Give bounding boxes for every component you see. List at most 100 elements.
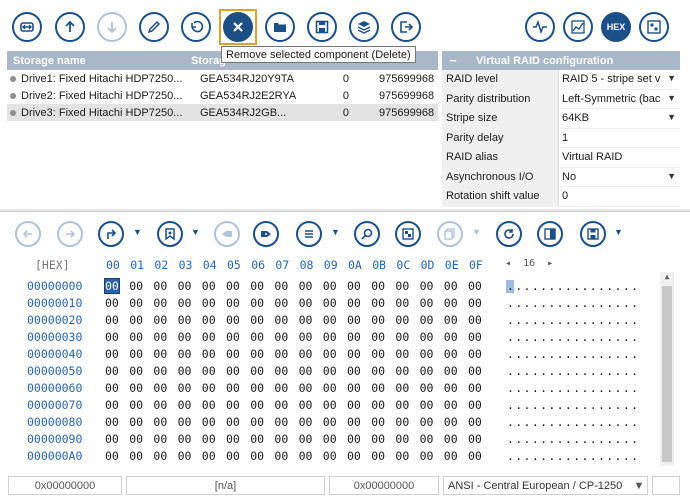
hex-byte[interactable]: 00	[468, 415, 482, 429]
forward-arrow-icon[interactable]	[57, 221, 83, 247]
ascii-row[interactable]: ................	[507, 432, 639, 446]
async-io-select[interactable]: No ▼	[559, 168, 680, 187]
raid-row-alias[interactable]: RAID alias Virtual RAID	[442, 148, 680, 168]
hex-byte[interactable]: 00	[178, 279, 192, 293]
hex-byte[interactable]: 00	[347, 330, 361, 344]
prev-bookmark-icon[interactable]	[214, 221, 240, 247]
stripe-size-select[interactable]: 64KB ▼	[559, 109, 680, 128]
hex-byte[interactable]: 00	[347, 313, 361, 327]
hex-byte[interactable]: 00	[105, 296, 119, 310]
hex-byte[interactable]: 00	[395, 313, 409, 327]
panel-splitter[interactable]	[0, 209, 690, 212]
hex-byte[interactable]: 00	[420, 398, 434, 412]
hex-byte[interactable]: 00	[371, 381, 385, 395]
ascii-row[interactable]: ................	[507, 347, 639, 361]
layers-icon[interactable]	[349, 12, 379, 42]
hex-byte[interactable]: 00	[444, 381, 458, 395]
hex-byte[interactable]: 00	[129, 313, 143, 327]
hex-byte[interactable]: 00	[347, 347, 361, 361]
hex-byte[interactable]: 00	[299, 347, 313, 361]
hex-byte[interactable]: 00	[178, 415, 192, 429]
list-icon[interactable]	[296, 221, 322, 247]
folder-icon[interactable]	[265, 12, 295, 42]
page-next-icon[interactable]: ▸	[547, 258, 553, 269]
hex-scrollbar[interactable]: ▲	[660, 272, 674, 466]
hex-byte[interactable]: 00	[202, 364, 216, 378]
select-block-icon[interactable]	[395, 221, 421, 247]
hex-byte[interactable]: 00	[202, 398, 216, 412]
hex-byte[interactable]: 00	[347, 296, 361, 310]
chart-icon[interactable]	[563, 12, 593, 42]
hex-byte[interactable]: 00	[178, 398, 192, 412]
copy-icon[interactable]	[437, 221, 463, 247]
hex-byte[interactable]: 00	[395, 364, 409, 378]
hex-byte[interactable]: 00	[250, 415, 264, 429]
hex-byte[interactable]: 00	[250, 364, 264, 378]
hex-byte[interactable]: 00	[323, 449, 337, 463]
hex-byte[interactable]: 00	[395, 432, 409, 446]
rotation-shift-field[interactable]: 0	[559, 187, 680, 206]
hex-byte[interactable]: 00	[105, 330, 119, 344]
hex-byte[interactable]: 00	[444, 347, 458, 361]
hex-byte[interactable]: 00	[202, 449, 216, 463]
hex-byte[interactable]: 00	[153, 296, 167, 310]
hex-byte[interactable]: 00	[323, 279, 337, 293]
hex-byte[interactable]: 00	[153, 313, 167, 327]
grid-icon[interactable]	[639, 12, 669, 42]
hex-byte[interactable]: 00	[105, 398, 119, 412]
hex-byte[interactable]: 00	[129, 432, 143, 446]
ascii-row[interactable]: ................	[507, 330, 639, 344]
hex-byte[interactable]: 00	[468, 398, 482, 412]
hex-byte[interactable]: 00	[178, 432, 192, 446]
hex-byte[interactable]: 00	[371, 398, 385, 412]
hex-byte[interactable]: 00	[153, 279, 167, 293]
hex-byte[interactable]: 00	[226, 398, 240, 412]
hex-byte[interactable]: 00	[153, 432, 167, 446]
hex-byte[interactable]: 00	[129, 398, 143, 412]
hex-byte[interactable]: 00	[395, 347, 409, 361]
hex-byte[interactable]: 00	[226, 432, 240, 446]
hex-byte[interactable]: 00	[347, 432, 361, 446]
hex-byte[interactable]: 00	[129, 347, 143, 361]
next-bookmark-icon[interactable]	[253, 221, 279, 247]
hex-byte[interactable]: 00	[226, 415, 240, 429]
hex-byte[interactable]: 00	[299, 449, 313, 463]
panel-toggle-icon[interactable]	[537, 221, 563, 247]
hex-byte[interactable]: 00	[468, 313, 482, 327]
hex-byte[interactable]: 00	[153, 364, 167, 378]
hex-save-icon[interactable]	[580, 221, 606, 247]
hex-byte[interactable]: 00	[274, 347, 288, 361]
hex-byte[interactable]: 00	[444, 449, 458, 463]
hex-byte[interactable]: 00	[105, 364, 119, 378]
hex-byte[interactable]: 00	[153, 381, 167, 395]
hex-byte[interactable]: 00	[105, 313, 119, 327]
hex-byte[interactable]: 00	[371, 364, 385, 378]
hex-byte[interactable]: 00	[468, 364, 482, 378]
hex-byte[interactable]: 00	[395, 415, 409, 429]
hex-byte[interactable]: 00	[347, 364, 361, 378]
hex-byte[interactable]: 00	[104, 278, 120, 294]
hex-byte[interactable]: 00	[153, 415, 167, 429]
scroll-thumb[interactable]	[662, 286, 672, 462]
hex-byte[interactable]: 00	[274, 432, 288, 446]
hex-byte[interactable]: 00	[129, 415, 143, 429]
hex-byte[interactable]: 00	[323, 432, 337, 446]
hex-byte[interactable]: 00	[347, 449, 361, 463]
hex-byte[interactable]: 00	[323, 415, 337, 429]
raid-row-rotation-shift[interactable]: Rotation shift value 0	[442, 187, 680, 207]
hex-byte[interactable]: 00	[371, 449, 385, 463]
goto-dropdown-icon[interactable]: ▼	[133, 227, 142, 237]
hex-byte[interactable]: 00	[444, 279, 458, 293]
hex-mode-button[interactable]: HEX	[601, 12, 631, 42]
hex-byte[interactable]: 00	[274, 381, 288, 395]
hex-byte[interactable]: 00	[250, 398, 264, 412]
hex-byte[interactable]: 00	[323, 398, 337, 412]
hex-byte[interactable]: 00	[105, 449, 119, 463]
raid-level-select[interactable]: RAID 5 - stripe set v ▼	[559, 70, 680, 89]
search-icon[interactable]	[354, 221, 380, 247]
waveform-icon[interactable]	[525, 12, 555, 42]
ascii-row[interactable]: ................	[507, 296, 639, 310]
hex-byte[interactable]: 00	[444, 313, 458, 327]
hex-byte[interactable]: 00	[444, 398, 458, 412]
hex-byte[interactable]: 00	[323, 347, 337, 361]
